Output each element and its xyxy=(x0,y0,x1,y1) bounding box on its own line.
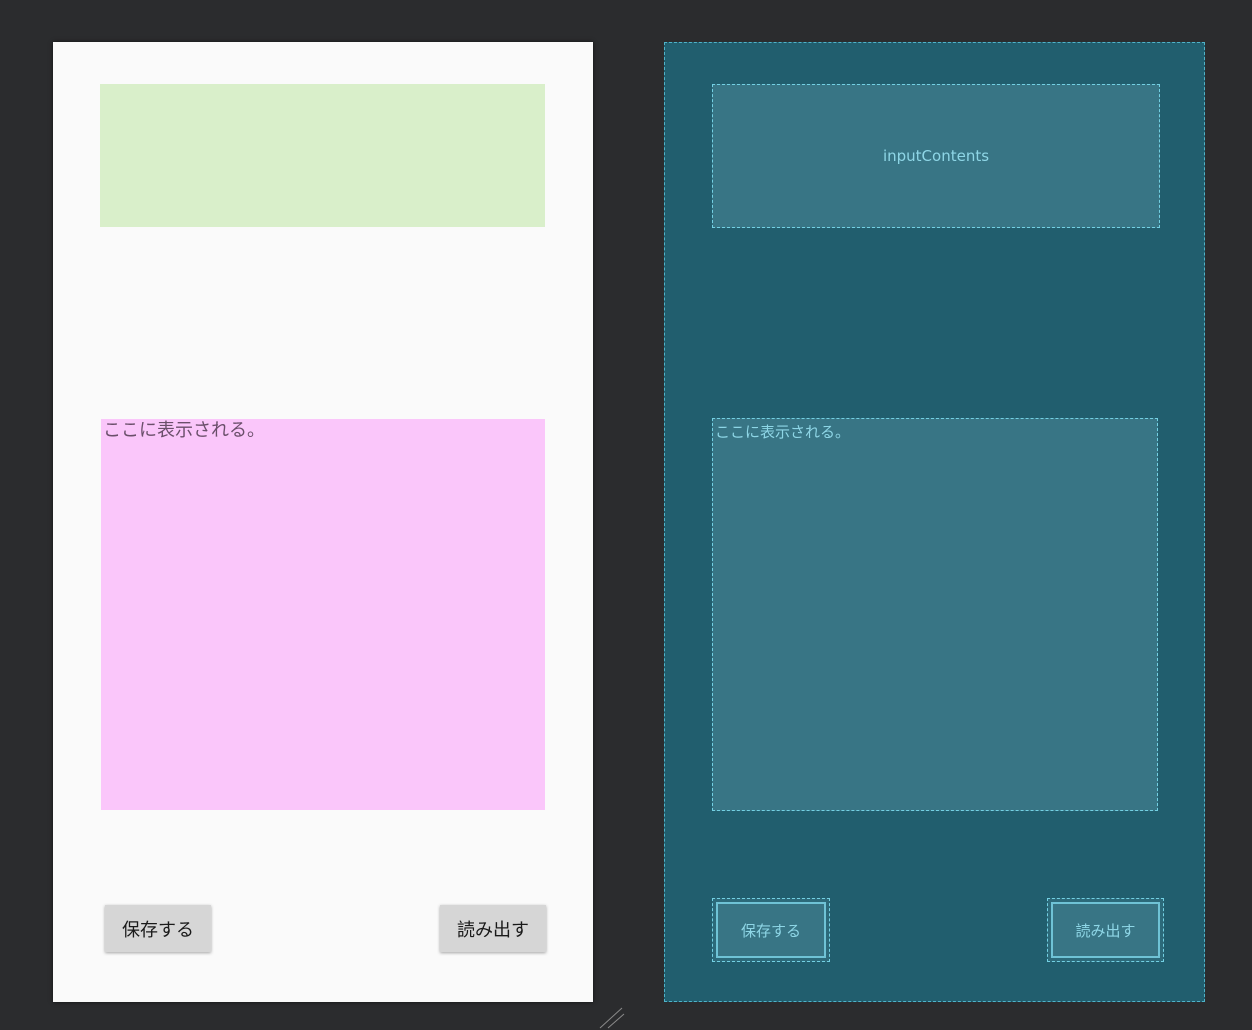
output-text-view: ここに表示される。 xyxy=(101,419,545,810)
load-button[interactable]: 読み出す xyxy=(440,905,546,952)
blueprint-load-button-label: 読み出す xyxy=(1051,902,1160,958)
blueprint-output-text-view[interactable]: ここに表示される。 xyxy=(712,418,1158,811)
blueprint-save-button[interactable]: 保存する xyxy=(712,898,830,962)
resize-handle-icon[interactable] xyxy=(598,1006,626,1030)
blueprint-output-text: ここに表示される。 xyxy=(715,423,851,441)
blueprint-input-contents[interactable]: inputContents xyxy=(712,84,1160,228)
blueprint-preview: inputContents ここに表示される。 保存する 読み出す xyxy=(664,42,1205,1002)
design-preview: ここに表示される。 保存する 読み出す xyxy=(53,42,593,1002)
blueprint-save-button-label: 保存する xyxy=(716,902,826,958)
save-button[interactable]: 保存する xyxy=(105,905,211,952)
input-contents-field[interactable] xyxy=(100,84,545,227)
blueprint-load-button[interactable]: 読み出す xyxy=(1047,898,1164,962)
blueprint-input-id-label: inputContents xyxy=(882,147,990,165)
